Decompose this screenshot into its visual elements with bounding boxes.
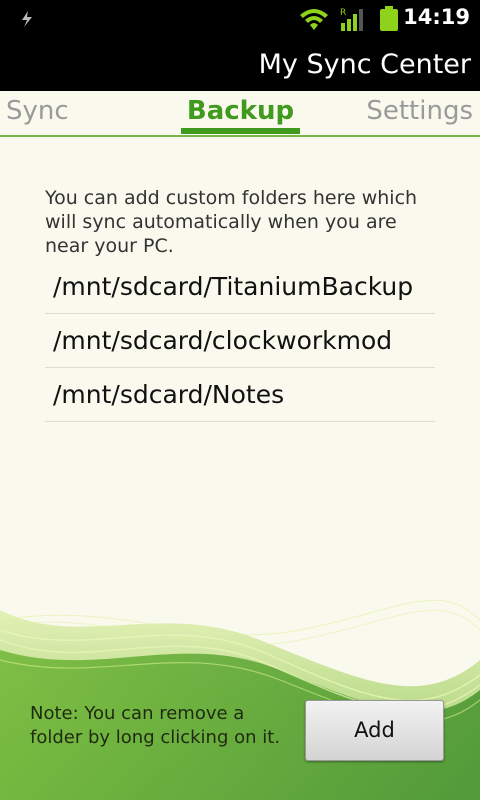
folder-list-item[interactable]: /mnt/sdcard/Notes xyxy=(45,368,435,422)
status-clock: 14:19 xyxy=(403,5,470,29)
folder-path: /mnt/sdcard/clockworkmod xyxy=(53,326,393,355)
remove-folder-note: Note: You can remove a folder by long cl… xyxy=(30,703,281,748)
app-title: My Sync Center xyxy=(258,49,471,80)
folder-list-item[interactable]: /mnt/sdcard/clockworkmod xyxy=(45,314,435,368)
tab-sync[interactable]: Sync xyxy=(6,96,69,126)
folder-list-item[interactable]: /mnt/sdcard/TitaniumBackup xyxy=(45,260,435,314)
usb-icon xyxy=(22,11,32,27)
tab-settings[interactable]: Settings xyxy=(366,96,473,126)
backup-description: You can add custom folders here which wi… xyxy=(45,187,418,257)
battery-icon xyxy=(380,6,398,31)
status-bar: R 14:19 xyxy=(0,0,480,38)
folder-list: /mnt/sdcard/TitaniumBackup /mnt/sdcard/c… xyxy=(45,260,435,422)
tab-selected-indicator xyxy=(181,128,300,134)
add-folder-button[interactable]: Add xyxy=(305,700,444,761)
folder-path: /mnt/sdcard/Notes xyxy=(53,380,285,409)
signal-icon: R xyxy=(340,8,363,31)
svg-text:R: R xyxy=(340,8,346,18)
tab-bar: Sync Backup Settings xyxy=(0,91,480,137)
tab-backup[interactable]: Backup xyxy=(181,91,300,134)
app-title-bar: My Sync Center xyxy=(0,38,480,91)
folder-path: /mnt/sdcard/TitaniumBackup xyxy=(53,272,414,301)
decorative-wave-background xyxy=(0,599,480,800)
wifi-icon xyxy=(300,9,328,30)
tab-backup-label: Backup xyxy=(186,96,295,126)
